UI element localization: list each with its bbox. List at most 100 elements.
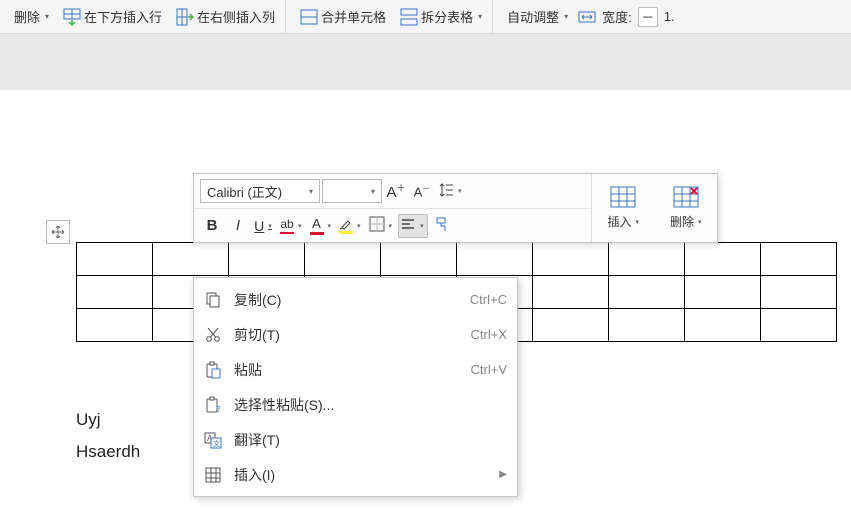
paste-special-icon: ? [202,394,224,416]
dropdown-icon: ▾ [636,218,640,226]
font-size-combo[interactable]: ▾ [322,179,382,203]
shrink-font-icon: A－ [414,183,431,199]
ctx-cut-label: 剪切(T) [234,325,461,345]
strikethrough-icon: ab [280,217,294,235]
document-area: Uyj Hsaerdh Calibri (正文) ▾ ▾ A＋ A－ [0,34,851,500]
dropdown-icon: ▾ [266,222,274,230]
split-table-icon [400,8,418,26]
delete-table-icon [673,186,699,211]
font-name-value: Calibri (正文) [207,182,282,201]
cut-icon [202,324,224,346]
ctx-translate[interactable]: A文 翻译(T) [194,422,517,457]
strikethrough-button[interactable]: ab▾ [278,214,306,238]
dropdown-icon: ▾ [296,222,304,230]
svg-text:文: 文 [213,439,220,448]
line-spacing-icon [438,182,454,201]
ribbon-toolbar: 删除▾ 在下方插入行 在右侧插入列 合并单元格 拆分表格 ▾ [0,0,851,34]
ctx-copy-label: 复制(C) [234,290,460,310]
bold-button[interactable]: B [200,214,224,238]
underline-button[interactable]: U▾ [252,214,276,238]
table-move-handle[interactable] [46,220,70,244]
translate-icon: A文 [202,429,224,451]
bold-icon: B [207,217,218,234]
ctx-translate-label: 翻译(T) [234,430,507,450]
dropdown-icon: ▾ [418,222,426,230]
shrink-font-button[interactable]: A－ [410,179,434,203]
ribbon-group-merge: 合并单元格 拆分表格 ▾ [290,0,493,33]
mini-toolbar-right: 插入 ▾ 删除 ▾ [592,174,717,242]
insert-row-below-label: 在下方插入行 [84,7,162,26]
ctx-copy[interactable]: 复制(C) Ctrl+C [194,282,517,317]
borders-button[interactable]: ▾ [367,214,397,238]
font-color-button[interactable]: A▾ [308,214,336,238]
dropdown-icon: ▾ [309,187,313,196]
split-table-label: 拆分表格 [421,7,473,26]
format-painter-button[interactable] [430,214,454,238]
ctx-cut[interactable]: 剪切(T) Ctrl+X [194,317,517,352]
move-icon [51,225,65,239]
body-line-1: Uyj [76,404,140,436]
mini-toolbar: Calibri (正文) ▾ ▾ A＋ A－ ▾ [193,173,718,243]
delete-button[interactable]: 删除▾ [10,4,53,29]
dropdown-icon: ▾ [478,12,482,21]
merge-cells-button[interactable]: 合并单元格 [296,4,390,29]
align-button[interactable]: ▾ [398,214,428,238]
ribbon-group-autofit: 自动调整▾ 宽度: － 1. [497,0,681,33]
svg-text:?: ? [216,405,221,414]
italic-icon: I [236,217,240,234]
ctx-copy-hotkey: Ctrl+C [470,292,507,307]
line-spacing-button[interactable]: ▾ [436,179,466,203]
ctx-paste-hotkey: Ctrl+V [471,362,507,377]
ctx-paste-special-label: 选择性粘贴(S)... [234,395,507,415]
ctx-cut-hotkey: Ctrl+X [471,327,507,342]
insert-table-icon [610,186,636,211]
insert-big-button[interactable]: 插入 ▾ [601,182,645,234]
width-minus-button[interactable]: － [638,7,658,27]
highlight-icon [339,218,353,234]
copy-icon [202,289,224,311]
body-text: Uyj Hsaerdh [76,404,140,468]
ctx-insert[interactable]: 插入(I) ▶ [194,457,517,492]
ctx-paste[interactable]: 粘贴 Ctrl+V [194,352,517,387]
context-menu: 复制(C) Ctrl+C 剪切(T) Ctrl+X 粘贴 Ctrl+V ? 选择… [193,277,518,497]
insert-col-right-label: 在右侧插入列 [197,7,275,26]
dropdown-icon: ▾ [45,12,49,21]
split-table-button[interactable]: 拆分表格 ▾ [396,4,486,29]
dropdown-icon: ▾ [326,222,334,230]
ctx-paste-special[interactable]: ? 选择性粘贴(S)... [194,387,517,422]
insert-icon [202,464,224,486]
body-line-2: Hsaerdh [76,436,140,468]
dropdown-icon: ▾ [371,187,375,196]
paste-icon [202,359,224,381]
underline-icon: U [254,218,264,234]
font-name-combo[interactable]: Calibri (正文) ▾ [200,179,320,203]
table-row[interactable] [77,243,837,276]
insert-row-below-button[interactable]: 在下方插入行 [59,4,166,29]
dropdown-icon: ▾ [355,222,363,230]
delete-big-button[interactable]: 删除 ▾ [664,182,708,234]
insert-row-below-icon [63,8,81,26]
dropdown-icon: ▾ [456,187,464,195]
highlight-button[interactable]: ▾ [337,214,365,238]
width-label: 宽度: [602,7,632,26]
ctx-insert-label: 插入(I) [234,465,489,485]
font-color-icon: A [310,216,324,235]
italic-button[interactable]: I [226,214,250,238]
mini-toolbar-row-1: Calibri (正文) ▾ ▾ A＋ A－ ▾ [194,174,591,208]
insert-col-right-button[interactable]: 在右侧插入列 [172,4,279,29]
minus-icon: － [641,7,654,26]
mini-toolbar-left: Calibri (正文) ▾ ▾ A＋ A－ ▾ [194,174,592,242]
ribbon-group-rows-cols: 删除▾ 在下方插入行 在右侧插入列 [4,0,286,33]
merge-cells-label: 合并单元格 [321,7,386,26]
dropdown-icon: ▾ [698,218,702,226]
dropdown-icon: ▾ [564,12,568,21]
width-icon [578,8,596,26]
ctx-paste-label: 粘贴 [234,360,461,380]
dropdown-icon: ▾ [387,222,395,230]
format-painter-icon [434,216,450,235]
insert-big-label: 插入 [607,213,631,230]
insert-col-right-icon [176,8,194,26]
autofit-button[interactable]: 自动调整▾ [503,4,572,29]
grow-font-button[interactable]: A＋ [384,179,408,203]
delete-big-label: 删除 [670,213,694,230]
